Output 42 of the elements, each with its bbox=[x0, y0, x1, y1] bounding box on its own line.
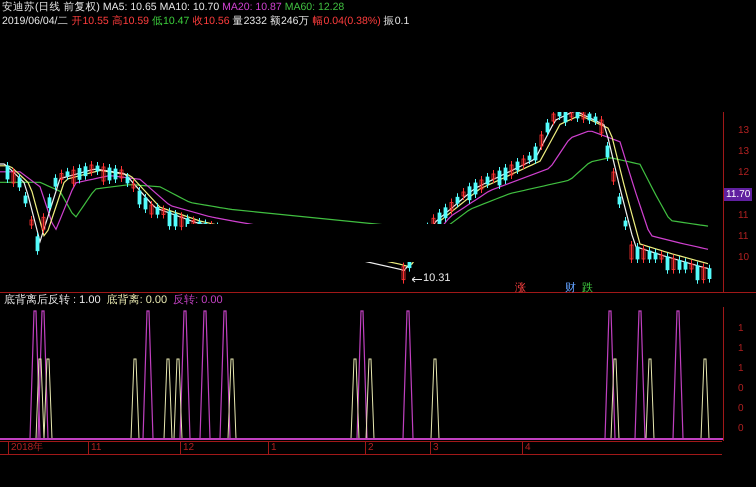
axis-label: 0 bbox=[737, 383, 744, 395]
quote-value: 开10.55 bbox=[71, 14, 109, 28]
quote-value: 高10.59 bbox=[112, 14, 150, 28]
event-mark: 跌 bbox=[582, 281, 593, 295]
axis-label: 1 bbox=[737, 363, 744, 375]
indicator-value: 反转: 0.00 bbox=[173, 293, 223, 307]
event-mark: 涨 bbox=[515, 281, 526, 295]
indicator-value: 底背离: 0.00 bbox=[106, 293, 168, 307]
quote-value: 振0.1 bbox=[384, 14, 410, 28]
time-axis-label: 2018年 bbox=[8, 442, 44, 454]
axis-label: 1 bbox=[737, 343, 744, 355]
ma-value: MA5: 10.65 bbox=[102, 0, 157, 14]
axis-label: 10 bbox=[737, 252, 750, 264]
quote-value: 低10.47 bbox=[152, 14, 190, 28]
axis-label: 0 bbox=[737, 403, 744, 415]
axis-label: 13 bbox=[737, 125, 750, 137]
quote-value: 收10.56 bbox=[192, 14, 230, 28]
axis-label: 13 bbox=[737, 146, 750, 158]
ma-value: MA60: 12.28 bbox=[284, 0, 344, 14]
time-axis-label: 12 bbox=[180, 442, 194, 454]
arrow-icon bbox=[412, 276, 422, 283]
low-price-label: 10.31 bbox=[423, 272, 451, 284]
time-axis-label: 1 bbox=[268, 442, 277, 454]
axis-label: 12 bbox=[737, 167, 750, 179]
axis-label: 11 bbox=[737, 210, 748, 222]
quote-value: 额246万 bbox=[270, 14, 310, 28]
indicator-value: 底背离后反转 : 1.00 bbox=[4, 293, 101, 307]
quote-value: 量2332 bbox=[232, 14, 267, 28]
event-mark: 财 bbox=[565, 281, 576, 295]
stock-title: 安迪苏(日线 前复权) bbox=[2, 0, 100, 14]
current-price-badge: 11.70 bbox=[724, 188, 752, 201]
axis-label: 1 bbox=[737, 323, 744, 335]
time-axis-label: 4 bbox=[522, 442, 531, 454]
time-axis-label: 2 bbox=[365, 442, 374, 454]
time-axis-label: 11 bbox=[88, 442, 102, 454]
ma-value: MA20: 10.87 bbox=[222, 0, 282, 14]
axis-label: 0 bbox=[737, 423, 744, 435]
axis-label: 11 bbox=[737, 231, 748, 243]
quote-value: 幅0.04(0.38%) bbox=[312, 14, 381, 28]
time-axis-label: 3 bbox=[430, 442, 439, 454]
date-label: 2019/06/04/二 bbox=[2, 14, 68, 28]
ma-value: MA10: 10.70 bbox=[160, 0, 220, 14]
